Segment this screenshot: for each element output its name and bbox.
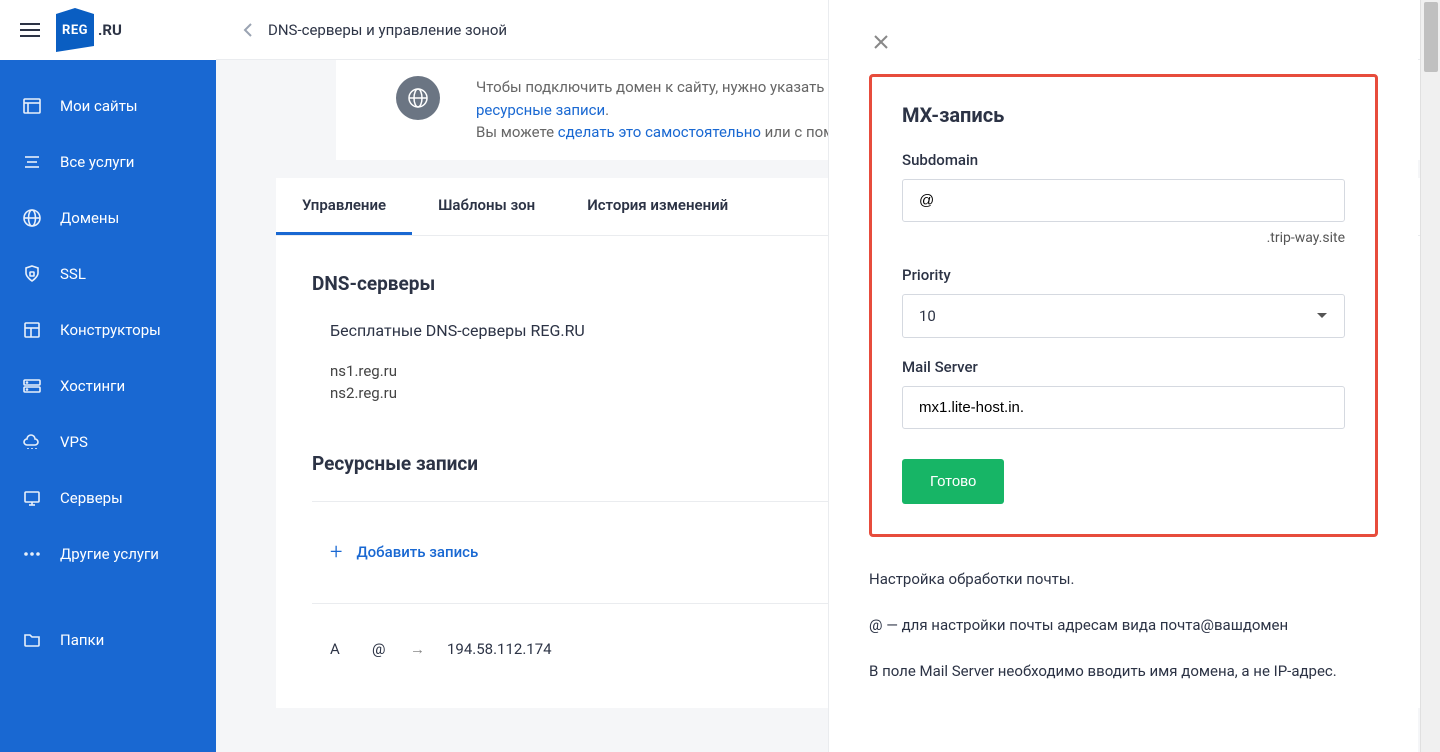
tab-manage[interactable]: Управление — [276, 178, 412, 235]
sidebar-item-other[interactable]: Другие услуги — [0, 526, 216, 582]
sidebar-item-folders[interactable]: Папки — [0, 612, 216, 668]
form-highlight: MX-запись Subdomain .trip-way.site Prior… — [869, 74, 1378, 537]
sidebar-item-all-services[interactable]: Все услуги — [0, 134, 216, 190]
records-link[interactable]: ресурсные записи — [476, 101, 605, 119]
outer-scrollbar[interactable] — [1420, 0, 1440, 752]
sidebar-label: Домены — [60, 209, 119, 227]
sidebar-item-hosting[interactable]: Хостинги — [0, 358, 216, 414]
chevron-down-icon — [1316, 312, 1328, 320]
help-text: Настройка обработки почты. @ — для настр… — [869, 567, 1378, 683]
main: DNS-серверы и управление зоной Чтобы под… — [216, 0, 1440, 752]
priority-select[interactable]: 10 — [902, 294, 1345, 338]
folder-icon — [22, 630, 42, 650]
sidebar-item-ssl[interactable]: SSL — [0, 246, 216, 302]
sidebar-label: Папки — [60, 631, 104, 649]
globe-illustration-icon — [396, 76, 440, 120]
sidebar: REG .RU Мои сайты Все услуги Домены SSL — [0, 0, 216, 752]
more-icon — [22, 544, 42, 564]
subdomain-suffix: .trip-way.site — [902, 230, 1345, 246]
server-icon — [22, 488, 42, 508]
manual-link[interactable]: сделать это самостоятельно — [558, 123, 761, 141]
subdomain-input[interactable] — [902, 179, 1345, 222]
record-value: 194.58.112.174 — [447, 640, 552, 658]
sidebar-label: Конструкторы — [60, 321, 161, 339]
sidebar-label: Другие услуги — [60, 545, 159, 563]
sidebar-label: SSL — [60, 265, 86, 283]
cloud-icon — [22, 432, 42, 452]
sidebar-item-vps[interactable]: VPS — [0, 414, 216, 470]
tab-templates[interactable]: Шаблоны зон — [412, 178, 561, 235]
header-left: REG .RU — [0, 0, 216, 60]
mailserver-input[interactable] — [902, 386, 1345, 429]
sidebar-item-servers[interactable]: Серверы — [0, 470, 216, 526]
logo[interactable]: REG .RU — [56, 14, 122, 46]
drawer-title: MX-запись — [902, 103, 1345, 127]
hamburger-icon[interactable] — [20, 23, 40, 37]
sidebar-label: Мои сайты — [60, 97, 138, 115]
sidebar-item-builders[interactable]: Конструкторы — [0, 302, 216, 358]
sidebar-label: VPS — [60, 433, 88, 451]
breadcrumb: DNS-серверы и управление зоной — [268, 21, 507, 39]
record-type: A — [330, 640, 350, 658]
tab-history[interactable]: История изменений — [561, 178, 754, 235]
builder-icon — [22, 320, 42, 340]
illustration — [364, 60, 454, 126]
plus-icon: + — [330, 540, 342, 565]
arrow-icon: → — [410, 640, 425, 658]
nav: Мои сайты Все услуги Домены SSL Конструк… — [0, 60, 216, 668]
back-button[interactable] — [236, 18, 260, 42]
sidebar-item-domains[interactable]: Домены — [0, 190, 216, 246]
lock-icon — [22, 264, 42, 284]
mailserver-label: Mail Server — [902, 358, 1345, 376]
sidebar-label: Серверы — [60, 489, 123, 507]
priority-label: Priority — [902, 266, 1345, 284]
record-host: @ — [372, 640, 388, 658]
close-button[interactable] — [869, 30, 893, 54]
hosting-icon — [22, 376, 42, 396]
services-icon — [22, 152, 42, 172]
mx-drawer: MX-запись Subdomain .trip-way.site Prior… — [828, 0, 1418, 752]
sidebar-item-my-sites[interactable]: Мои сайты — [0, 78, 216, 134]
globe-icon — [22, 208, 42, 228]
sidebar-label: Хостинги — [60, 377, 125, 395]
sites-icon — [22, 96, 42, 116]
sidebar-label: Все услуги — [60, 153, 134, 171]
subdomain-label: Subdomain — [902, 151, 1345, 169]
done-button[interactable]: Готово — [902, 459, 1004, 504]
